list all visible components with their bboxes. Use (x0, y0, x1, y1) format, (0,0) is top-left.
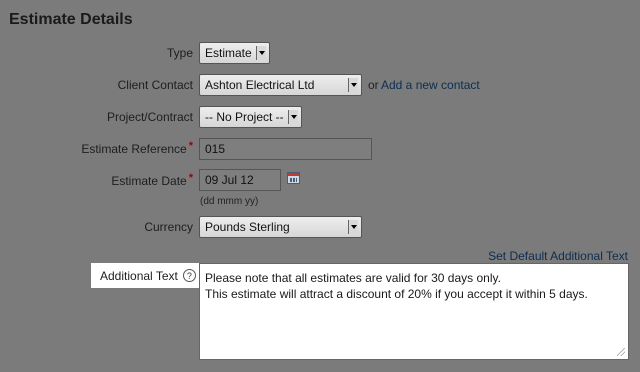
estimate-date-label: Estimate Date * (111, 172, 193, 188)
estimate-reference-label-text: Estimate Reference (81, 142, 187, 156)
additional-text-line: Please note that all estimates are valid… (205, 271, 501, 285)
add-new-contact-link[interactable]: Add a new contact (381, 78, 480, 92)
project-contract-select[interactable]: -- No Project -- (199, 106, 302, 128)
page-title: Estimate Details (9, 11, 133, 28)
additional-text-textarea[interactable]: Please note that all estimates are valid… (199, 263, 629, 360)
additional-text-label: Additional Text ? (91, 263, 200, 288)
required-marker: * (188, 172, 193, 184)
chevron-down-icon (256, 46, 266, 60)
client-contact-select[interactable]: Ashton Electrical Ltd (199, 74, 362, 96)
additional-text-label-text: Additional Text (100, 268, 178, 283)
resize-handle-icon[interactable] (617, 348, 625, 356)
date-format-hint: (dd mmm yy) (200, 196, 259, 207)
type-label: Type (166, 46, 193, 60)
or-text: or (368, 78, 379, 92)
additional-text-line: This estimate will attract a discount of… (205, 287, 588, 301)
project-contract-value: -- No Project -- (205, 110, 284, 124)
type-select-value: Estimate (205, 46, 252, 60)
estimate-date-value: 09 Jul 12 (205, 173, 254, 187)
currency-label: Currency (144, 220, 193, 234)
currency-select[interactable]: Pounds Sterling (199, 216, 362, 238)
chevron-down-icon (288, 110, 298, 124)
estimate-date-label-text: Estimate Date (111, 174, 187, 188)
client-contact-value: Ashton Electrical Ltd (205, 78, 315, 92)
type-select[interactable]: Estimate (199, 42, 270, 64)
currency-value: Pounds Sterling (205, 220, 290, 234)
estimate-reference-label: Estimate Reference * (81, 140, 193, 156)
client-contact-label: Client Contact (117, 78, 193, 92)
set-default-additional-text-link[interactable]: Set Default Additional Text (488, 249, 628, 263)
required-marker: * (188, 140, 193, 152)
help-icon[interactable]: ? (182, 269, 196, 282)
calendar-icon[interactable] (287, 172, 300, 184)
estimate-reference-input[interactable]: 015 (199, 138, 372, 160)
chevron-down-icon (348, 220, 358, 234)
project-contract-label: Project/Contract (106, 110, 193, 124)
estimate-reference-value: 015 (205, 142, 226, 156)
chevron-down-icon (348, 78, 358, 92)
estimate-date-input[interactable]: 09 Jul 12 (199, 169, 281, 191)
